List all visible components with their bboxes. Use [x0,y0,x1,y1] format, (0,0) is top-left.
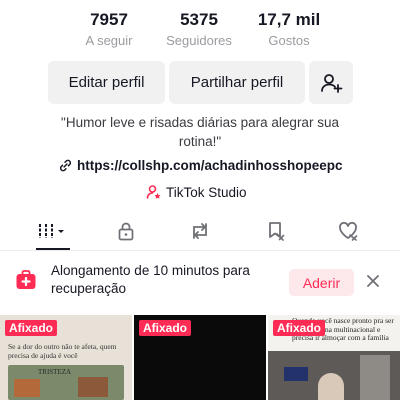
video-grid: Afixado Se a dor do outro não te afeta, … [0,315,400,400]
banner-text: Alongamento de 10 minutos para recuperaç… [51,263,250,296]
pinned-badge: Afixado [273,320,326,336]
medical-kit-icon [15,269,37,291]
likes-stat[interactable]: 17,7 mil Gostos [244,8,334,50]
pinned-badge: Afixado [139,320,192,336]
tab-liked[interactable] [326,214,370,248]
video-scene [268,351,400,400]
tab-videos[interactable] [30,214,74,248]
video-illustration: TRISTEZA [8,365,124,400]
tab-reposts[interactable] [178,214,222,248]
close-icon [367,275,379,287]
tab-saved[interactable] [254,214,298,248]
likes-label: Gostos [268,33,310,48]
add-user-icon [321,73,343,93]
followers-stat[interactable]: 5375 Seguidores [154,8,244,50]
tiktok-studio-icon [146,185,161,199]
video-thumbnail[interactable]: Afixado Se a dor do outro não te afeta, … [0,315,132,400]
wellness-banner: Alongamento de 10 minutos para recuperaç… [0,256,400,306]
lock-icon [118,222,134,241]
tabs-divider [0,250,400,251]
add-friend-button[interactable] [309,61,353,104]
edit-profile-button[interactable]: Editar perfil [48,61,165,104]
video-caption: Se a dor do outro não te afeta, quem pre… [8,342,117,360]
tv-shape [284,367,308,381]
heart-icon [339,221,358,241]
window-shape [360,355,390,400]
followers-count: 5375 [180,10,218,29]
following-label: A seguir [85,33,133,48]
profile-tabs [0,214,400,250]
profile-bio: "Humor leve e risadas diárias para alegr… [61,115,339,149]
video-thumbnail[interactable]: Quando você nasce pronto pra ser chefe d… [268,315,400,400]
banner-close-button[interactable] [364,272,382,290]
bookmark-icon [269,222,285,241]
person-shape [318,373,344,400]
house-shape [14,379,40,397]
following-stat[interactable]: 7957 A seguir [64,8,154,50]
join-button[interactable]: Aderir [289,269,354,296]
video-thumbnail[interactable]: Afixado [134,315,266,400]
share-profile-button[interactable]: Partilhar perfil [169,61,305,104]
tiktok-studio-link[interactable]: TikTok Studio [146,182,247,202]
followers-label: Seguidores [166,33,232,48]
video-illustration-text: TRISTEZA [38,368,72,376]
following-count: 7957 [90,10,128,29]
profile-stats: 7957 A seguir 5375 Seguidores 17,7 mil G… [0,8,400,54]
grid-icon [39,224,64,238]
tab-private[interactable] [104,214,148,248]
tiktok-studio-label: TikTok Studio [166,184,247,200]
repost-icon [193,223,207,239]
pinned-badge: Afixado [5,320,58,336]
likes-count: 17,7 mil [257,10,321,29]
house-shape [78,377,108,397]
profile-actions: Editar perfil Partilhar perfil [48,61,353,104]
profile-link-url: https://collshp.com/achadinhosshopeepc [77,157,343,173]
profile-link[interactable]: https://collshp.com/achadinhosshopeepc [58,155,343,175]
link-icon [59,159,72,171]
